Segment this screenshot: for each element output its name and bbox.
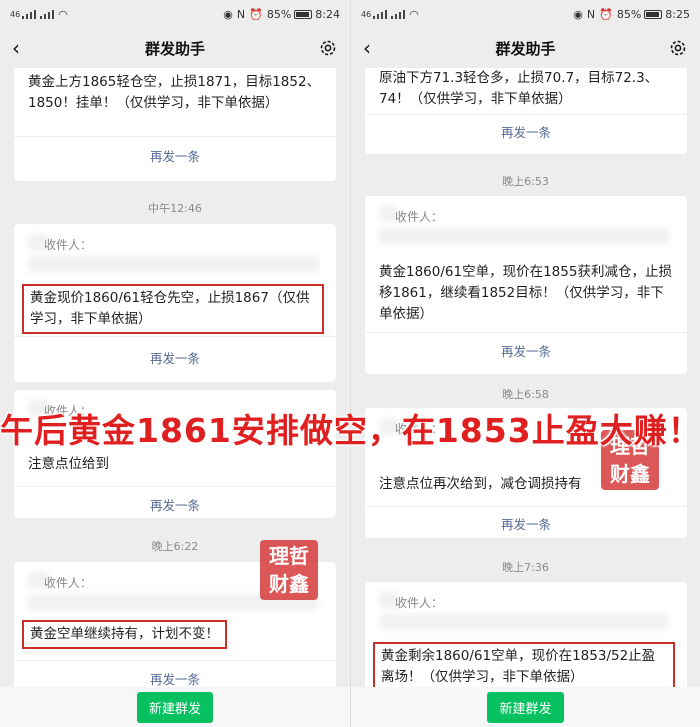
network-type: 46 bbox=[361, 9, 372, 19]
eye-icon: ◉ bbox=[223, 7, 233, 21]
new-broadcast-button[interactable]: 新建群发 bbox=[136, 691, 213, 723]
message-text: 原油下方71.3轻仓多，止损70.7，目标72.3、74！（仅供学习，非下单依据… bbox=[379, 70, 659, 107]
resend-button[interactable]: 再发一条 bbox=[365, 341, 687, 360]
left-screenshot: 46 ◠ ◉ N ⏰ 85% 8:24 ‹ 群发助手 黄金上方1865轻仓空，止… bbox=[0, 0, 350, 727]
back-icon[interactable]: ‹ bbox=[363, 36, 371, 60]
resend-button[interactable]: 再发一条 bbox=[14, 348, 336, 367]
back-icon[interactable]: ‹ bbox=[12, 36, 20, 60]
network-type: 46 bbox=[10, 9, 21, 19]
divider bbox=[14, 336, 336, 337]
message-text: 黄金上方1865轻仓空，止损1871，目标1852、1850！挂单！（仅供学习，… bbox=[28, 74, 321, 111]
recipients-label: 收件人： bbox=[44, 576, 93, 590]
battery-icon bbox=[294, 9, 313, 19]
page-title: 群发助手 bbox=[144, 39, 205, 58]
broadcast-card: 原油下方71.3轻仓多，止损70.7，目标72.3、74！（仅供学习，非下单依据… bbox=[365, 68, 687, 154]
nfc-icon: N bbox=[586, 7, 596, 21]
status-bar: 46 ◠ ◉ N ⏰ 85% 8:25 bbox=[351, 0, 700, 28]
timestamp: 中午12:46 bbox=[148, 202, 202, 215]
status-time: 8:25 bbox=[665, 7, 690, 21]
broadcast-card: 收件人： 黄金现价1860/61轻仓先空，止损1867（仅供学习，非下单依据） … bbox=[14, 224, 336, 382]
resend-button[interactable]: 再发一条 bbox=[14, 146, 336, 165]
broadcast-card: 收件人： 黄金剩余1860/61空单，现价在1853/52止盈离场！（仅供学习，… bbox=[365, 582, 687, 687]
recipients-label: 收件人： bbox=[395, 210, 444, 224]
battery-percent: 85% bbox=[616, 7, 642, 21]
page-title: 群发助手 bbox=[495, 39, 556, 58]
recipients-label: 收件人： bbox=[44, 238, 93, 252]
nav-bar: ‹ 群发助手 bbox=[0, 28, 350, 68]
right-screenshot: 46 ◠ ◉ N ⏰ 85% 8:25 ‹ 群发助手 原油下方71.3轻仓多，止… bbox=[350, 0, 700, 727]
alarm-icon: ⏰ bbox=[599, 7, 613, 21]
timestamp: 晚上6:58 bbox=[502, 388, 549, 401]
new-broadcast-button[interactable]: 新建群发 bbox=[487, 691, 564, 723]
message-list: 原油下方71.3轻仓多，止损70.7，目标72.3、74！（仅供学习，非下单依据… bbox=[351, 68, 700, 687]
divider bbox=[14, 660, 336, 661]
resend-button[interactable]: 再发一条 bbox=[365, 122, 687, 141]
battery-icon bbox=[644, 9, 663, 19]
message-text: 黄金剩余1860/61空单，现价在1853/52止盈离场！（仅供学习，非下单依据… bbox=[373, 642, 675, 687]
battery-percent: 85% bbox=[266, 7, 292, 21]
headline-banner: 午后黄金1861安排做空，在1853止盈大赚！ bbox=[0, 411, 700, 450]
recipients-label: 收件人： bbox=[395, 596, 444, 610]
nav-bar: ‹ 群发助手 bbox=[351, 28, 700, 68]
divider bbox=[14, 486, 336, 487]
watermark-seal: 理哲 财鑫 bbox=[260, 540, 318, 600]
divider bbox=[365, 114, 687, 115]
signal-icon-2 bbox=[40, 9, 55, 19]
signal-icon bbox=[22, 9, 37, 19]
divider bbox=[14, 136, 336, 137]
blurred-recipient-list bbox=[379, 614, 669, 630]
bottom-bar: 新建群发 bbox=[351, 687, 700, 727]
gear-icon[interactable] bbox=[668, 38, 688, 58]
divider bbox=[365, 506, 687, 507]
signal-icon-2 bbox=[391, 9, 406, 19]
eye-icon: ◉ bbox=[573, 7, 583, 21]
message-text: 注意点位给到 bbox=[28, 456, 109, 472]
alarm-icon: ⏰ bbox=[249, 7, 263, 21]
broadcast-card: 收件人： 黄金1860/61空单，现价在1855获利减仓，止损移1861，继续看… bbox=[365, 196, 687, 374]
wifi-icon: ◠ bbox=[409, 7, 419, 21]
timestamp: 晚上6:53 bbox=[502, 175, 549, 188]
signal-icon bbox=[373, 9, 388, 19]
blurred-recipient-list bbox=[379, 228, 669, 244]
resend-button[interactable]: 再发一条 bbox=[14, 669, 336, 687]
resend-button[interactable]: 再发一条 bbox=[14, 495, 336, 514]
nfc-icon: N bbox=[236, 7, 246, 21]
status-time: 8:24 bbox=[315, 7, 340, 21]
message-text: 黄金1860/61空单，现价在1855获利减仓，止损移1861，继续看1852目… bbox=[379, 264, 672, 322]
bottom-bar: 新建群发 bbox=[0, 687, 350, 727]
gear-icon[interactable] bbox=[318, 38, 338, 58]
divider bbox=[365, 332, 687, 333]
blurred-recipient-list bbox=[28, 256, 318, 272]
resend-button[interactable]: 再发一条 bbox=[365, 514, 687, 533]
status-bar: 46 ◠ ◉ N ⏰ 85% 8:24 bbox=[0, 0, 350, 28]
message-text: 黄金现价1860/61轻仓先空，止损1867（仅供学习，非下单依据） bbox=[22, 284, 324, 334]
wifi-icon: ◠ bbox=[58, 7, 68, 21]
timestamp: 晚上7:36 bbox=[502, 561, 549, 574]
message-text: 黄金空单继续持有，计划不变！ bbox=[22, 620, 227, 649]
broadcast-card: 黄金上方1865轻仓空，止损1871，目标1852、1850！挂单！（仅供学习，… bbox=[14, 68, 336, 181]
